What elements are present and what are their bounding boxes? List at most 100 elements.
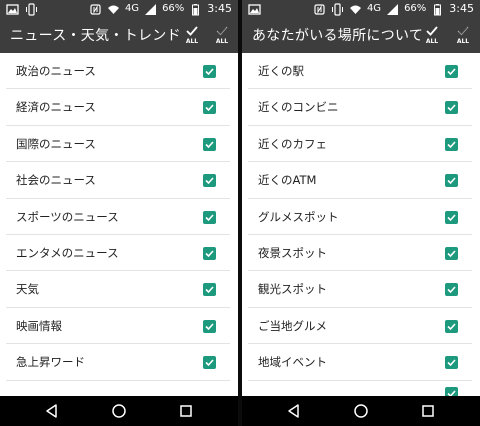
nfc-icon xyxy=(313,3,326,16)
outline-check-icon xyxy=(216,26,228,36)
checkbox[interactable] xyxy=(445,356,458,370)
screenshot-pair: 4G 66% 3:45 ニュース・天気・トレンド ALL ALL 政治のニュース… xyxy=(0,0,480,426)
checkbox[interactable] xyxy=(203,210,216,224)
item-label: 夜景スポット xyxy=(258,245,327,260)
check-icon xyxy=(205,359,214,367)
list-item[interactable]: 政治のニュース xyxy=(6,53,230,90)
check-icon xyxy=(205,323,214,330)
checkbox[interactable] xyxy=(445,283,458,297)
item-label: ご当地グルメ xyxy=(258,318,327,333)
check-icon xyxy=(447,141,456,148)
recents-button[interactable] xyxy=(178,403,194,419)
check-icon xyxy=(447,214,456,221)
checkbox[interactable] xyxy=(445,137,458,151)
item-label: 政治のニュース xyxy=(16,64,96,78)
left-screen: 4G 66% 3:45 ニュース・天気・トレンド ALL ALL 政治のニュース… xyxy=(0,0,238,426)
list-item[interactable]: エンタメのニュース xyxy=(6,235,230,272)
item-label: 国際のニュース xyxy=(16,136,96,151)
battery-percent: 66% xyxy=(404,3,427,14)
topic-list: 政治のニュース 経済のニュース 国際のニュース 社会のニュース スポーツのニュー… xyxy=(0,53,238,396)
uncheck-all-button[interactable]: ALL xyxy=(210,24,234,50)
app-toolbar: あなたがいる場所について ALL ALL xyxy=(242,20,480,53)
wifi-icon xyxy=(349,3,362,16)
item-label: 近くのカフェ xyxy=(258,136,327,151)
list-item[interactable]: グルメスポット xyxy=(248,199,472,235)
check-all-button[interactable]: ALL xyxy=(420,24,444,50)
list-item[interactable]: 夜景スポット xyxy=(248,235,472,272)
list-item-partial[interactable] xyxy=(248,381,472,396)
network-type: 4G xyxy=(124,3,140,14)
list-item[interactable]: 近くのカフェ xyxy=(248,126,472,163)
recents-icon xyxy=(180,405,192,417)
item-label: 観光スポット xyxy=(258,282,327,297)
list-item[interactable]: 近くのATM xyxy=(248,162,472,199)
item-label: 社会のニュース xyxy=(16,173,96,188)
checkbox[interactable] xyxy=(203,174,216,188)
check-icon xyxy=(205,177,214,185)
app-toolbar: ニュース・天気・トレンド ALL ALL xyxy=(0,20,238,53)
network-type: 4G xyxy=(366,3,382,14)
checkbox[interactable] xyxy=(445,174,458,188)
battery-icon xyxy=(431,3,444,16)
home-button[interactable] xyxy=(353,403,369,419)
checkbox[interactable] xyxy=(445,65,458,78)
item-label: 急上昇ワード xyxy=(16,355,85,370)
check-icon xyxy=(447,68,456,76)
checkbox[interactable] xyxy=(203,356,216,370)
list-item[interactable]: 映画情報 xyxy=(6,308,230,345)
recents-button[interactable] xyxy=(420,403,436,419)
nfc-icon xyxy=(89,3,102,16)
list-item[interactable]: 近くの駅 xyxy=(248,53,472,90)
checkbox[interactable] xyxy=(203,137,216,151)
navigation-bar xyxy=(242,396,480,426)
checkbox[interactable] xyxy=(445,246,458,260)
item-label: 映画情報 xyxy=(16,318,62,333)
list-item[interactable]: 国際のニュース xyxy=(6,126,230,163)
signal-icon xyxy=(386,3,399,16)
recents-icon xyxy=(422,405,434,417)
list-item[interactable]: 急上昇ワード xyxy=(6,344,230,381)
wifi-icon xyxy=(107,3,120,16)
checkbox[interactable] xyxy=(203,65,216,78)
check-all-button[interactable]: ALL xyxy=(180,24,204,50)
list-item[interactable]: 天気 xyxy=(6,271,230,308)
back-button[interactable] xyxy=(44,403,60,419)
check-icon xyxy=(447,286,456,294)
checkbox[interactable] xyxy=(203,101,216,115)
check-icon xyxy=(186,26,198,36)
check-icon xyxy=(447,389,456,396)
list-item[interactable]: 近くのコンビニ xyxy=(248,89,472,126)
home-icon xyxy=(354,404,368,418)
back-button[interactable] xyxy=(286,403,302,419)
uncheck-all-button[interactable]: ALL xyxy=(451,24,475,50)
item-label: スポーツのニュース xyxy=(16,209,119,224)
checkbox[interactable] xyxy=(203,319,216,333)
check-icon xyxy=(205,141,214,148)
item-label: 近くの駅 xyxy=(258,64,304,78)
back-icon xyxy=(288,404,299,418)
checkbox[interactable] xyxy=(445,210,458,224)
checkbox[interactable] xyxy=(203,283,216,297)
checkbox[interactable] xyxy=(203,246,216,260)
item-label: 地域イベント xyxy=(258,355,327,370)
list-item[interactable]: 観光スポット xyxy=(248,271,472,308)
check-icon xyxy=(447,177,456,185)
status-bar: 4G 66% 3:45 xyxy=(0,0,238,20)
check-icon xyxy=(205,286,214,294)
list-item[interactable]: ご当地グルメ xyxy=(248,308,472,345)
item-label: 近くのコンビニ xyxy=(258,100,339,115)
home-button[interactable] xyxy=(111,403,127,419)
item-label: 天気 xyxy=(16,282,39,297)
check-icon xyxy=(205,214,214,221)
battery-percent: 66% xyxy=(162,3,185,14)
checkbox[interactable] xyxy=(445,319,458,333)
list-item[interactable]: 経済のニュース xyxy=(6,89,230,126)
checkbox[interactable] xyxy=(445,101,458,115)
checkbox[interactable] xyxy=(445,386,458,396)
image-icon xyxy=(6,3,19,16)
list-item[interactable]: スポーツのニュース xyxy=(6,199,230,235)
list-item[interactable]: 社会のニュース xyxy=(6,162,230,199)
clock: 3:45 xyxy=(207,2,232,15)
list-item[interactable]: 地域イベント xyxy=(248,344,472,381)
page-title: あなたがいる場所について xyxy=(252,28,424,44)
